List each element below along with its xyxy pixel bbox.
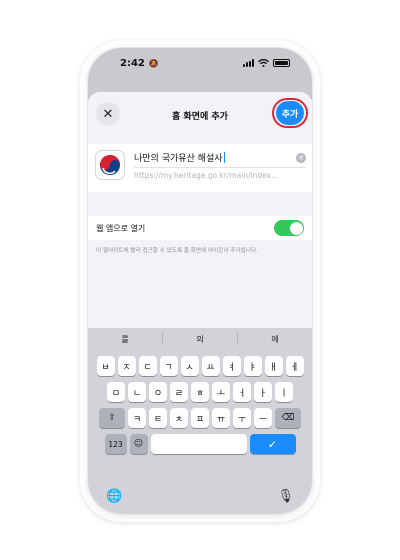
microphone-icon[interactable]: 🎙: [277, 489, 294, 504]
key[interactable]: ㅂ: [96, 356, 115, 376]
shift-icon: ⇧: [108, 413, 116, 423]
key[interactable]: ㅔ: [285, 356, 304, 376]
open-as-web-app-label: 웹 앱으로 열기: [96, 223, 146, 233]
taegeuk-logo-icon: [100, 155, 120, 175]
add-button[interactable]: 추가: [276, 101, 304, 125]
key-row-3: ⇧ ㅋ ㅌ ㅊ ㅍ ㅠ ㅜ ㅡ ⌫: [88, 408, 312, 428]
cellular-signal-icon: [243, 59, 254, 67]
korean-keyboard: 를 의 에 ㅂ ㅈ ㄷ ㄱ ㅅ ㅛ ㅕ ㅑ ㅐ ㅔ ㅁ ㄴ ㅇ ㄹ ㅎ ㅗ ㅓ …: [88, 328, 312, 514]
battery-icon: [273, 59, 290, 67]
key[interactable]: ㅐ: [264, 356, 283, 376]
key[interactable]: ㅎ: [191, 382, 209, 402]
app-info-card: 나만의 국가유산 해설사 ✕ https://my.heritage.go.kr…: [88, 144, 312, 192]
close-button[interactable]: ✕: [96, 102, 120, 126]
key[interactable]: ㅣ: [275, 382, 293, 402]
sheet-title: 홈 화면에 추가: [172, 111, 228, 122]
app-url: https://my.heritage.go.kr/main/index...: [134, 171, 279, 180]
app-name-input[interactable]: 나만의 국가유산 해설사 ✕: [134, 148, 306, 168]
key[interactable]: ㅏ: [254, 382, 272, 402]
wifi-icon: [258, 59, 269, 67]
key[interactable]: ㅊ: [170, 408, 188, 428]
key[interactable]: ㄴ: [128, 382, 146, 402]
open-as-web-app-toggle[interactable]: [274, 220, 304, 236]
keyboard-bottom-bar: 🌐 🎙: [88, 486, 312, 506]
space-key[interactable]: [150, 434, 247, 454]
suggestion-2[interactable]: 의: [163, 334, 237, 345]
add-description: 이 웹사이트에 빨리 접근할 수 있도록 홈 화면에 아이콘이 추가됩니다.: [96, 248, 258, 254]
numbers-key[interactable]: 123: [104, 434, 127, 454]
sheet-nav-bar: ✕ 홈 화면에 추가 추가: [88, 92, 312, 138]
key[interactable]: ㅅ: [180, 356, 199, 376]
backspace-icon: ⌫: [281, 413, 295, 423]
key[interactable]: ㅠ: [212, 408, 230, 428]
backspace-key[interactable]: ⌫: [275, 408, 301, 428]
key[interactable]: ㅗ: [212, 382, 230, 402]
shift-key[interactable]: ⇧: [99, 408, 125, 428]
key[interactable]: ㅈ: [117, 356, 136, 376]
text-caret: [223, 152, 225, 163]
app-icon: [95, 150, 125, 180]
key[interactable]: ㄱ: [159, 356, 178, 376]
clear-icon: ✕: [298, 154, 304, 162]
open-as-web-app-row: 웹 앱으로 열기: [88, 216, 312, 240]
suggestion-bar: 를 의 에: [88, 328, 312, 350]
key[interactable]: ㄷ: [138, 356, 157, 376]
return-key[interactable]: ✓: [249, 434, 296, 454]
status-time: 2:42: [120, 57, 145, 69]
close-icon: ✕: [102, 106, 114, 122]
suggestion-3[interactable]: 에: [238, 334, 312, 345]
key[interactable]: ㅜ: [233, 408, 251, 428]
bell-off-icon: 🔕: [148, 58, 159, 68]
key[interactable]: ㅍ: [191, 408, 209, 428]
status-bar: 2:42 🔕: [88, 48, 312, 78]
app-name-value: 나만의 국가유산 해설사: [134, 154, 223, 164]
suggestion-1[interactable]: 를: [88, 334, 162, 345]
globe-icon[interactable]: 🌐: [106, 489, 122, 504]
key[interactable]: ㅡ: [254, 408, 272, 428]
key-row-1: ㅂ ㅈ ㄷ ㄱ ㅅ ㅛ ㅕ ㅑ ㅐ ㅔ: [88, 356, 312, 376]
key[interactable]: ㅓ: [233, 382, 251, 402]
key[interactable]: ㅌ: [149, 408, 167, 428]
phone-screen: 2:42 🔕 ✕ 홈 화면에 추가 추가 나만의 국가유산 해설사 ✕ http…: [88, 48, 312, 514]
key[interactable]: ㅛ: [201, 356, 220, 376]
key[interactable]: ㅋ: [128, 408, 146, 428]
key[interactable]: ㅁ: [107, 382, 125, 402]
key[interactable]: ㅑ: [243, 356, 262, 376]
emoji-key[interactable]: ☺: [129, 434, 148, 454]
key[interactable]: ㄹ: [170, 382, 188, 402]
add-button-highlight: 추가: [272, 98, 308, 128]
key[interactable]: ㅕ: [222, 356, 241, 376]
clear-text-button[interactable]: ✕: [296, 153, 306, 163]
key-row-4: 123 ☺ ✓: [88, 434, 312, 454]
key[interactable]: ㅇ: [149, 382, 167, 402]
key-row-2: ㅁ ㄴ ㅇ ㄹ ㅎ ㅗ ㅓ ㅏ ㅣ: [88, 382, 312, 402]
emoji-icon: ☺: [133, 439, 144, 449]
